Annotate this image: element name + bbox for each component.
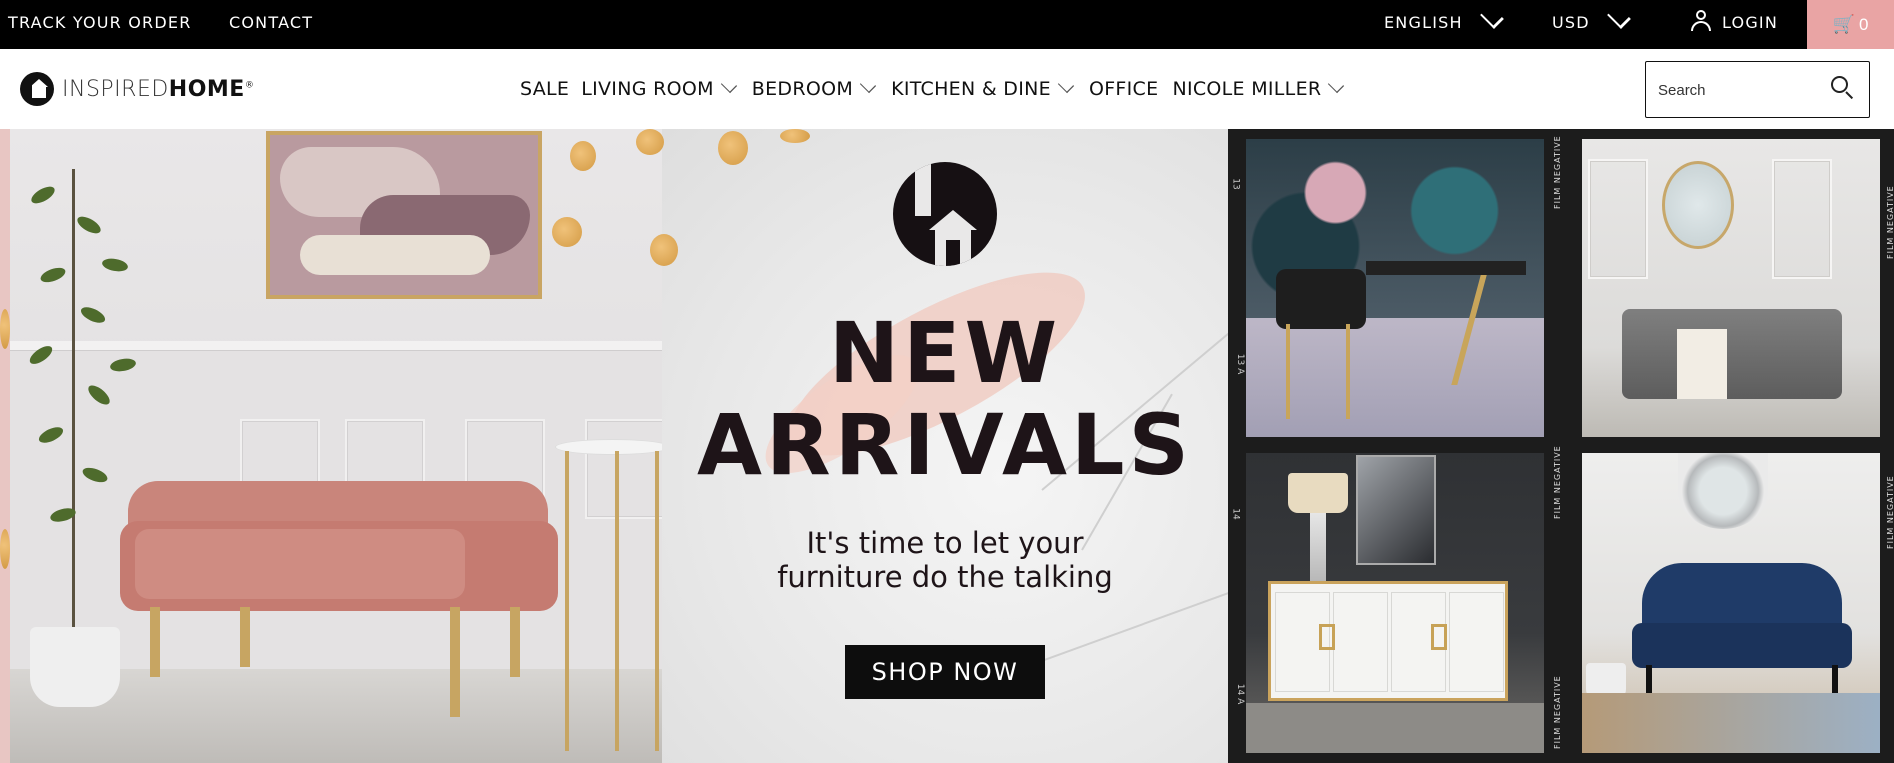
- language-selector[interactable]: ENGLISH: [1384, 0, 1504, 49]
- cart-icon: 🛒: [1832, 14, 1855, 34]
- search-input[interactable]: [1658, 78, 1818, 102]
- chevron-down-icon: [720, 76, 737, 94]
- frame-number: 13 A: [1235, 353, 1246, 375]
- gold-dot: [570, 141, 596, 171]
- hallway-bench-photo: [1582, 139, 1880, 437]
- film-label: FILM NEGATIVE: [1886, 475, 1894, 549]
- hero-banner[interactable]: NEW ARRIVALS It's time to let your furni…: [0, 129, 1894, 763]
- gold-dot: [0, 309, 10, 349]
- currency-label: USD: [1552, 13, 1590, 32]
- logo-mark: [20, 72, 54, 106]
- site-logo[interactable]: INSPIREDHOME®: [20, 71, 254, 107]
- language-label: ENGLISH: [1384, 13, 1463, 32]
- gold-dot: [552, 217, 582, 247]
- search-icon[interactable]: [1831, 76, 1855, 100]
- nav-item-office[interactable]: OFFICE: [1089, 78, 1159, 100]
- tagline-line2: furniture do the talking: [777, 560, 1113, 594]
- login-link[interactable]: LOGIN: [1690, 0, 1778, 49]
- gold-dot: [0, 529, 10, 569]
- utility-bar: TRACK YOUR ORDER CONTACT ENGLISH USD LOG…: [0, 0, 1894, 49]
- nav-item-nicole-miller[interactable]: NICOLE MILLER: [1172, 76, 1349, 100]
- chevron-down-icon: [1606, 5, 1631, 29]
- cart-button[interactable]: 🛒 0: [1807, 0, 1894, 49]
- brand-logo-mark: [893, 162, 997, 266]
- cart-count: 0: [1858, 15, 1869, 34]
- chevron-down-icon: [1479, 5, 1504, 29]
- frame-number: 13: [1230, 178, 1241, 190]
- nav-item-living-room[interactable]: LIVING ROOM: [581, 76, 742, 100]
- main-header: INSPIREDHOME® SALE LIVING ROOM BEDROOM K…: [0, 49, 1894, 129]
- nav-item-bedroom[interactable]: BEDROOM: [752, 76, 881, 100]
- shop-now-button[interactable]: SHOP NOW: [845, 645, 1045, 699]
- chevron-down-icon: [1328, 76, 1345, 94]
- film-label: FILM NEGATIVE: [1886, 185, 1894, 259]
- user-icon: [1690, 10, 1712, 31]
- hero-edge: [0, 129, 10, 763]
- track-order-link[interactable]: TRACK YOUR ORDER: [8, 0, 192, 49]
- nav-item-kitchen-dine[interactable]: KITCHEN & DINE: [891, 76, 1079, 100]
- headline-new: NEW: [828, 304, 1062, 402]
- promo-panel: NEW ARRIVALS It's time to let your furni…: [662, 129, 1228, 763]
- search-box: [1645, 61, 1870, 118]
- gold-dot: [718, 131, 748, 165]
- currency-selector[interactable]: USD: [1552, 0, 1631, 49]
- main-nav: SALE LIVING ROOM BEDROOM KITCHEN & DINE …: [520, 49, 1359, 129]
- frame-number: 14 A: [1235, 683, 1246, 705]
- wall-art: [266, 131, 542, 299]
- gold-dot: [636, 129, 664, 155]
- credenza-photo: [1246, 453, 1544, 753]
- tagline-line1: It's time to let your: [806, 526, 1084, 560]
- chevron-down-icon: [859, 76, 877, 94]
- frame-number: 14: [1230, 508, 1241, 520]
- office-photo: [1246, 139, 1544, 437]
- film-label: FILM NEGATIVE: [1553, 135, 1562, 209]
- nav-item-sale[interactable]: SALE: [520, 78, 569, 100]
- film-label: FILM NEGATIVE: [1553, 445, 1562, 519]
- headline-arrivals: ARRIVALS: [697, 396, 1193, 494]
- film-label: FILM NEGATIVE: [1553, 675, 1562, 749]
- gold-dot: [780, 129, 810, 143]
- logo-text: INSPIREDHOME®: [62, 76, 255, 102]
- chevron-down-icon: [1057, 76, 1075, 94]
- contact-link[interactable]: CONTACT: [229, 0, 313, 49]
- gold-dot: [650, 234, 678, 266]
- film-negative-grid: FILM NEGATIVE FILM NEGATIVE FILM NEGATIV…: [1228, 129, 1894, 763]
- login-label: LOGIN: [1722, 13, 1779, 32]
- settee-photo: [1582, 453, 1880, 753]
